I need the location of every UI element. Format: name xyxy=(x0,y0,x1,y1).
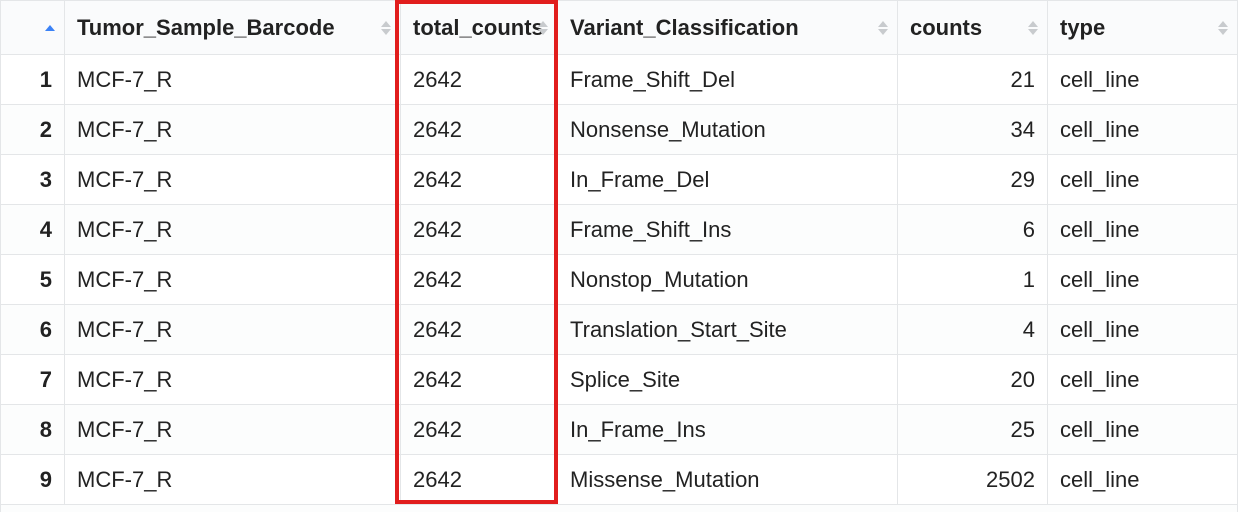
cell-counts: 1 xyxy=(898,255,1048,305)
cell-tumor-sample-barcode: MCF-7_R xyxy=(65,405,401,455)
sort-asc-icon xyxy=(1218,21,1228,27)
cell-row-index: 8 xyxy=(1,405,65,455)
cell-type: cell_line xyxy=(1048,305,1238,355)
cell-tumor-sample-barcode: MCF-7_R xyxy=(65,455,401,505)
cell-variant-classification: In_Frame_Ins xyxy=(558,405,898,455)
cell-type: cell_line xyxy=(1048,255,1238,305)
sort-asc-icon xyxy=(45,25,55,31)
sort-desc-icon xyxy=(1028,29,1038,35)
cell-tumor-sample-barcode: MCF-7_R xyxy=(65,105,401,155)
table-row[interactable]: 7 MCF-7_R 2642 Splice_Site 20 cell_line xyxy=(1,355,1238,405)
sort-control-tsb[interactable] xyxy=(380,18,392,38)
sort-desc-icon xyxy=(538,29,548,35)
sort-desc-icon xyxy=(1218,29,1228,35)
cell-tumor-sample-barcode: MCF-7_R xyxy=(65,55,401,105)
cell-total-counts: 2642 xyxy=(401,205,558,255)
header-row-index[interactable] xyxy=(1,1,65,55)
sort-control-cnt[interactable] xyxy=(1027,18,1039,38)
cell-variant-classification: Nonstop_Mutation xyxy=(558,255,898,305)
cell-total-counts: 2642 xyxy=(401,105,558,155)
cell-counts: 6 xyxy=(898,205,1048,255)
cell-counts: 34 xyxy=(898,105,1048,155)
cell-type: cell_line xyxy=(1048,105,1238,155)
cell-tumor-sample-barcode: MCF-7_R xyxy=(65,255,401,305)
table-row[interactable]: 6 MCF-7_R 2642 Translation_Start_Site 4 … xyxy=(1,305,1238,355)
sort-control-tot[interactable] xyxy=(537,18,549,38)
cell-counts: 20 xyxy=(898,355,1048,405)
sort-control-idx[interactable] xyxy=(44,18,56,38)
cell-variant-classification: Translation_Start_Site xyxy=(558,305,898,355)
cell-counts: 4 xyxy=(898,305,1048,355)
table-body: 1 MCF-7_R 2642 Frame_Shift_Del 21 cell_l… xyxy=(1,55,1238,512)
cell-variant-classification: Splice_Site xyxy=(558,355,898,405)
cell-tumor-sample-barcode: MCF-7_R xyxy=(65,305,401,355)
table-row[interactable]: 1 MCF-7_R 2642 Frame_Shift_Del 21 cell_l… xyxy=(1,55,1238,105)
cell-type: cell_line xyxy=(1048,405,1238,455)
table-row[interactable]: 5 MCF-7_R 2642 Nonstop_Mutation 1 cell_l… xyxy=(1,255,1238,305)
cell-variant-classification: Nonsense_Mutation xyxy=(558,105,898,155)
cell-row-index: 2 xyxy=(1,105,65,155)
sort-asc-icon xyxy=(1028,21,1038,27)
header-label: counts xyxy=(910,15,982,40)
table-row[interactable]: 8 MCF-7_R 2642 In_Frame_Ins 25 cell_line xyxy=(1,405,1238,455)
header-variant-classification[interactable]: Variant_Classification xyxy=(558,1,898,55)
cell-total-counts: 2642 xyxy=(401,155,558,205)
header-tumor-sample-barcode[interactable]: Tumor_Sample_Barcode xyxy=(65,1,401,55)
header-label: Variant_Classification xyxy=(570,15,799,40)
cell-variant-classification: In_Frame_Del xyxy=(558,155,898,205)
cell-type: cell_line xyxy=(1048,205,1238,255)
cell-row-index: 7 xyxy=(1,355,65,405)
cell-total-counts: 2642 xyxy=(401,255,558,305)
cell-tumor-sample-barcode: MCF-7_R xyxy=(65,155,401,205)
cell-total-counts: 2642 xyxy=(401,455,558,505)
cell-total-counts: 2642 xyxy=(401,305,558,355)
data-table: Tumor_Sample_Barcode total_counts Varian… xyxy=(0,0,1238,512)
table-row[interactable]: 3 MCF-7_R 2642 In_Frame_Del 29 cell_line xyxy=(1,155,1238,205)
cell-row-index: 4 xyxy=(1,205,65,255)
sort-desc-icon xyxy=(878,29,888,35)
cell-counts: 25 xyxy=(898,405,1048,455)
cell-type: cell_line xyxy=(1048,355,1238,405)
header-label: total_counts xyxy=(413,15,544,40)
header-counts[interactable]: counts xyxy=(898,1,1048,55)
cell-total-counts: 2642 xyxy=(401,405,558,455)
cell-tumor-sample-barcode: MCF-7_R xyxy=(65,355,401,405)
header-label: Tumor_Sample_Barcode xyxy=(77,15,335,40)
sort-control-vc[interactable] xyxy=(877,18,889,38)
sort-asc-icon xyxy=(878,21,888,27)
table-footer-spacer xyxy=(1,505,1238,512)
cell-counts: 21 xyxy=(898,55,1048,105)
cell-tumor-sample-barcode: MCF-7_R xyxy=(65,205,401,255)
header-type[interactable]: type xyxy=(1048,1,1238,55)
table-row[interactable]: 2 MCF-7_R 2642 Nonsense_Mutation 34 cell… xyxy=(1,105,1238,155)
cell-row-index: 5 xyxy=(1,255,65,305)
table-row[interactable]: 4 MCF-7_R 2642 Frame_Shift_Ins 6 cell_li… xyxy=(1,205,1238,255)
cell-type: cell_line xyxy=(1048,455,1238,505)
table-row[interactable]: 9 MCF-7_R 2642 Missense_Mutation 2502 ce… xyxy=(1,455,1238,505)
sort-asc-icon xyxy=(381,21,391,27)
cell-variant-classification: Frame_Shift_Ins xyxy=(558,205,898,255)
cell-row-index: 1 xyxy=(1,55,65,105)
cell-total-counts: 2642 xyxy=(401,55,558,105)
header-label: type xyxy=(1060,15,1105,40)
cell-row-index: 6 xyxy=(1,305,65,355)
cell-row-index: 3 xyxy=(1,155,65,205)
sort-desc-icon xyxy=(381,29,391,35)
cell-counts: 2502 xyxy=(898,455,1048,505)
cell-total-counts: 2642 xyxy=(401,355,558,405)
sort-control-type[interactable] xyxy=(1217,18,1229,38)
cell-counts: 29 xyxy=(898,155,1048,205)
table-header-row: Tumor_Sample_Barcode total_counts Varian… xyxy=(1,1,1238,55)
sort-asc-icon xyxy=(538,21,548,27)
cell-variant-classification: Frame_Shift_Del xyxy=(558,55,898,105)
cell-type: cell_line xyxy=(1048,155,1238,205)
cell-variant-classification: Missense_Mutation xyxy=(558,455,898,505)
cell-type: cell_line xyxy=(1048,55,1238,105)
cell-row-index: 9 xyxy=(1,455,65,505)
header-total-counts[interactable]: total_counts xyxy=(401,1,558,55)
